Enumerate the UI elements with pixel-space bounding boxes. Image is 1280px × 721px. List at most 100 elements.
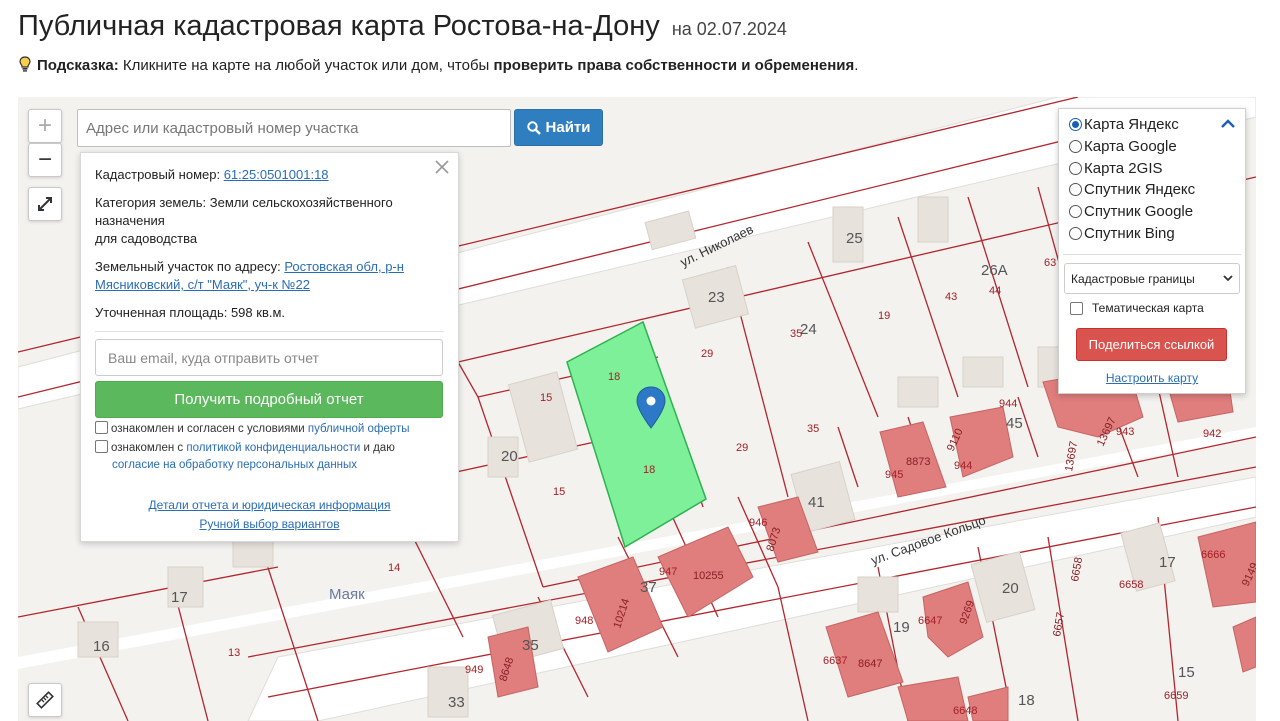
- address-row: Земельный участок по адресу: Ростовская …: [95, 258, 444, 294]
- cadastral-map[interactable]: ул. Николаев ул. Садовое Кольцо Маяк 25 …: [18, 97, 1256, 721]
- thematic-map-label: Тематическая карта: [1092, 301, 1204, 315]
- land-category-purpose: для садоводства: [95, 231, 198, 246]
- area-label: Уточненная площадь:: [95, 305, 228, 320]
- svg-text:6658: 6658: [1119, 579, 1143, 591]
- layer-option-label: Карта Яндекс: [1084, 116, 1179, 133]
- thematic-map-toggle[interactable]: Тематическая карта: [1070, 301, 1204, 315]
- radio[interactable]: [1069, 183, 1082, 196]
- radio-selected[interactable]: [1069, 118, 1082, 131]
- svg-text:13: 13: [228, 647, 240, 659]
- data-processing-link[interactable]: согласие на обработку персональных данны…: [112, 459, 357, 471]
- svg-text:20: 20: [1002, 580, 1019, 597]
- search-input[interactable]: [77, 109, 511, 147]
- svg-text:16: 16: [93, 638, 110, 655]
- radio[interactable]: [1069, 162, 1082, 175]
- svg-text:6647: 6647: [918, 615, 942, 627]
- share-link-button[interactable]: Поделиться ссылкой: [1076, 328, 1227, 361]
- cadastral-layer-select[interactable]: Кадастровые границы: [1064, 263, 1240, 294]
- cad-number-row: Кадастровый номер: 61:25:0501001:18: [95, 166, 444, 184]
- area-value: 598 кв.м.: [227, 305, 286, 320]
- svg-text:946: 946: [749, 517, 767, 529]
- svg-text:15: 15: [1178, 664, 1195, 681]
- svg-text:6659: 6659: [1164, 690, 1188, 702]
- thematic-map-checkbox[interactable]: [1070, 301, 1083, 315]
- offer-consent-checkbox[interactable]: [95, 421, 108, 434]
- privacy-consent-mid: и даю: [360, 442, 395, 454]
- svg-text:20: 20: [501, 448, 518, 465]
- svg-text:15: 15: [553, 486, 565, 498]
- layer-option-yandex-satellite[interactable]: Спутник Яндекс: [1069, 181, 1195, 198]
- svg-text:944: 944: [954, 460, 972, 472]
- offer-consent-text: ознакомлен и согласен с условиями: [111, 423, 308, 435]
- svg-text:19: 19: [878, 310, 890, 322]
- svg-text:6666: 6666: [1201, 549, 1225, 561]
- radio[interactable]: [1069, 205, 1082, 218]
- chevron-up-icon[interactable]: [1221, 119, 1235, 129]
- svg-text:18: 18: [608, 371, 620, 383]
- hint-text-end: .: [854, 57, 859, 74]
- land-category-row: Категория земель: Земли сельскохозяйстве…: [95, 194, 444, 248]
- configure-map-link[interactable]: Настроить карту: [1059, 371, 1245, 385]
- fullscreen-button[interactable]: [28, 187, 62, 221]
- svg-text:24: 24: [800, 321, 817, 338]
- expand-icon: [38, 197, 52, 211]
- svg-text:35: 35: [522, 637, 539, 654]
- offer-link[interactable]: публичной оферты: [308, 423, 410, 435]
- hint-text: Кликните на карте на любой участок или д…: [118, 57, 494, 74]
- manual-selection-link[interactable]: Ручной выбор вариантов: [81, 517, 458, 531]
- svg-text:37: 37: [640, 579, 657, 596]
- offer-consent-row: ознакомлен и согласен с условиями публич…: [95, 421, 444, 438]
- svg-text:41: 41: [808, 494, 825, 511]
- svg-text:8647: 8647: [858, 658, 882, 670]
- layer-option-label: Карта Google: [1084, 138, 1177, 155]
- hint-label: Подсказка:: [37, 57, 119, 74]
- get-report-button[interactable]: Получить подробный отчет: [95, 381, 443, 418]
- svg-text:35: 35: [790, 328, 802, 340]
- chevron-down-icon: [1223, 275, 1233, 282]
- page-title-date: на 02.07.2024: [671, 19, 787, 39]
- svg-text:947: 947: [659, 566, 677, 578]
- layer-option-label: Карта 2GIS: [1084, 160, 1163, 177]
- search-button[interactable]: Найти: [514, 109, 603, 146]
- privacy-consent-row: ознакомлен с политикой конфиденциальност…: [95, 440, 444, 474]
- svg-text:15: 15: [540, 392, 552, 404]
- privacy-consent-checkbox[interactable]: [95, 440, 108, 453]
- radio[interactable]: [1069, 140, 1082, 153]
- hint-line: Подсказка: Кликните на карте на любой уч…: [18, 56, 858, 74]
- layer-option-2gis-map[interactable]: Карта 2GIS: [1069, 160, 1163, 177]
- layer-option-label: Спутник Яндекс: [1084, 181, 1196, 198]
- report-details-link[interactable]: Детали отчета и юридическая информация: [81, 498, 458, 512]
- svg-text:Маяк: Маяк: [329, 586, 365, 603]
- zoom-in-button[interactable]: +: [28, 109, 62, 143]
- svg-text:63: 63: [1044, 257, 1056, 269]
- land-category-label: Категория земель:: [95, 195, 207, 210]
- layer-option-google-map[interactable]: Карта Google: [1069, 138, 1177, 155]
- page-title-text: Публичная кадастровая карта Ростова-на-Д…: [18, 10, 660, 42]
- svg-text:943: 943: [1116, 426, 1134, 438]
- cadastral-layer-value: Кадастровые границы: [1071, 271, 1195, 286]
- svg-text:949: 949: [465, 664, 483, 676]
- layer-option-bing-satellite[interactable]: Спутник Bing: [1069, 225, 1175, 242]
- zoom-out-button[interactable]: −: [28, 143, 62, 177]
- svg-text:14: 14: [388, 562, 400, 574]
- ruler-button[interactable]: [28, 683, 62, 717]
- svg-text:18: 18: [1018, 692, 1035, 709]
- layer-option-google-satellite[interactable]: Спутник Google: [1069, 203, 1193, 220]
- cad-number-link[interactable]: 61:25:0501001:18: [224, 167, 329, 182]
- privacy-policy-link[interactable]: политикой конфиденциальности: [186, 442, 360, 454]
- svg-text:29: 29: [701, 348, 713, 360]
- svg-text:8873: 8873: [906, 456, 930, 468]
- layer-option-label: Спутник Google: [1084, 203, 1194, 220]
- layer-option-yandex-map[interactable]: Карта Яндекс: [1069, 116, 1179, 133]
- svg-text:10255: 10255: [693, 570, 724, 582]
- cad-number-label: Кадастровый номер:: [95, 167, 221, 182]
- svg-text:29: 29: [736, 442, 748, 454]
- svg-text:6637: 6637: [823, 655, 847, 667]
- email-field[interactable]: [95, 339, 443, 376]
- search-button-label: Найти: [545, 119, 591, 136]
- radio[interactable]: [1069, 227, 1082, 240]
- popup-divider: [95, 331, 444, 332]
- svg-text:45: 45: [1006, 415, 1023, 432]
- svg-text:33: 33: [448, 694, 465, 711]
- svg-text:19: 19: [893, 619, 910, 636]
